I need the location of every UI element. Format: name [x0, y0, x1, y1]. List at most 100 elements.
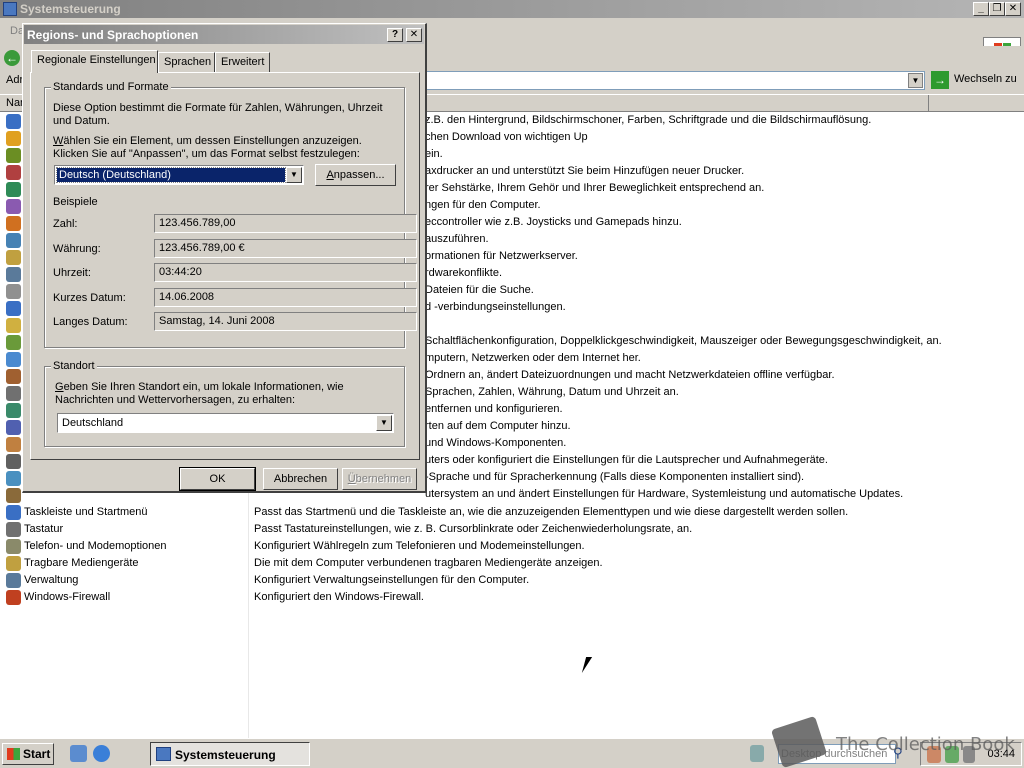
control-panel-item-icon[interactable]	[6, 131, 21, 146]
regional-options-dialog: Regions- und Sprachoptionen ? ✕ Regional…	[22, 23, 427, 493]
column-separator[interactable]	[928, 95, 929, 111]
example-label: Uhrzeit:	[53, 267, 91, 279]
network-icon[interactable]	[750, 745, 764, 762]
dialog-titlebar[interactable]: Regions- und Sprachoptionen ? ✕	[24, 25, 424, 44]
list-item[interactable]: Tragbare Mediengeräte Die mit dem Compute…	[0, 555, 1024, 572]
control-panel-item-icon[interactable]	[6, 352, 21, 367]
chevron-down-icon[interactable]: ▼	[376, 415, 392, 431]
list-item[interactable]: Verwaltung Konfiguriert Verwaltungseinste…	[0, 572, 1024, 589]
list-item-description: Die mit dem Computer verbundenen tragbar…	[254, 557, 603, 569]
list-item-description: Konfiguriert den Windows-Firewall.	[254, 591, 424, 603]
list-item[interactable]: Tastatur Passt Tastatureinstellungen, wie…	[0, 521, 1024, 538]
location-group-title: Standort	[51, 360, 97, 372]
list-item-description: Passt das Startmenü und die Taskleiste a…	[254, 506, 849, 518]
apply-button[interactable]: Übernehmen	[342, 468, 417, 490]
chevron-down-icon[interactable]: ▼	[286, 167, 302, 183]
control-panel-icon	[3, 2, 17, 16]
location-description-text: eben Sie Ihren Standort ein, um lokale I…	[55, 381, 344, 406]
list-item[interactable]: Windows-Firewall Konfiguriert den Windows…	[0, 589, 1024, 606]
dialog-title: Regions- und Sprachoptionen	[27, 28, 199, 42]
example-label: Kurzes Datum:	[53, 291, 126, 304]
control-panel-item-icon[interactable]	[6, 437, 21, 452]
cancel-button[interactable]: Abbrechen	[263, 468, 338, 490]
control-panel-item-icon[interactable]	[6, 199, 21, 214]
control-panel-item-icon[interactable]	[6, 386, 21, 401]
help-button[interactable]: ?	[387, 28, 403, 42]
address-label: Adr	[6, 74, 24, 86]
control-panel-item-icon[interactable]	[6, 284, 21, 299]
location-groupbox: Standort Geben Sie Ihren Standort ein, u…	[44, 360, 405, 447]
control-panel-item-icon[interactable]	[6, 148, 21, 163]
dialog-close-button[interactable]: ✕	[406, 28, 422, 42]
list-item-description: ormationen für Netzwerkserver.	[425, 250, 578, 262]
list-item-description: Dateien für die Suche.	[425, 284, 534, 296]
window-title: Systemsteuerung	[20, 2, 121, 16]
control-panel-item-icon[interactable]	[6, 318, 21, 333]
list-item-description: ngen für den Computer.	[425, 199, 541, 211]
list-item-description: entfernen und konfigurieren.	[425, 403, 563, 415]
list-item-description: rdwarekonflikte.	[425, 267, 503, 279]
list-item-description: chen Download von wichtigen Up	[425, 131, 588, 143]
tab-advanced[interactable]: Erweitert	[215, 52, 270, 72]
go-label: Wechseln zu	[954, 73, 1017, 85]
list-item-description: Passt Tastatureinstellungen, wie z. B. C…	[254, 523, 693, 535]
control-panel-item-icon[interactable]	[6, 420, 21, 435]
tab-languages[interactable]: Sprachen	[158, 52, 215, 72]
control-panel-item-icon[interactable]	[6, 114, 21, 129]
window-titlebar[interactable]: Systemsteuerung _ ❐ ✕	[0, 0, 1024, 18]
go-button[interactable]: → Wechseln zu	[930, 70, 1020, 91]
control-panel-item-icon[interactable]	[6, 335, 21, 350]
control-panel-item-icon	[6, 505, 21, 520]
control-panel-item-icon	[6, 590, 21, 605]
start-label: Start	[23, 747, 51, 761]
format-select[interactable]: Deutsch (Deutschland) ▼	[54, 165, 304, 185]
back-arrow-icon[interactable]: ←	[4, 50, 20, 66]
control-panel-item-icon[interactable]	[6, 301, 21, 316]
list-item-description: ein.	[425, 148, 443, 160]
example-value-field: 03:44:20	[154, 263, 417, 282]
control-panel-item-icon[interactable]	[6, 403, 21, 418]
list-item-name: Tragbare Mediengeräte	[24, 557, 139, 569]
example-label: Währung:	[53, 242, 101, 255]
customize-button[interactable]: Anpassen...	[315, 164, 396, 186]
control-panel-item-icon[interactable]	[6, 369, 21, 384]
example-label: Zahl:	[53, 218, 78, 230]
list-item-description: eccontroller wie z.B. Joysticks und Game…	[425, 216, 682, 228]
location-select[interactable]: Deutschland ▼	[57, 413, 394, 433]
internet-explorer-icon[interactable]	[93, 745, 110, 762]
control-panel-item-icon[interactable]	[6, 267, 21, 282]
control-panel-item-icon[interactable]	[6, 471, 21, 486]
control-panel-item-icon	[6, 573, 21, 588]
control-panel-item-icon[interactable]	[6, 165, 21, 180]
watermark: The Collection Book	[836, 734, 1015, 755]
format-selected-value: Deutsch (Deutschland)	[56, 167, 286, 183]
location-selected-value: Deutschland	[62, 417, 124, 429]
control-panel-item-icon[interactable]	[6, 233, 21, 248]
show-desktop-icon[interactable]	[70, 745, 87, 762]
ok-button[interactable]: OK	[179, 467, 256, 491]
chevron-down-icon[interactable]: ▼	[908, 73, 923, 88]
standards-group-title: Standards und Formate	[51, 81, 171, 93]
taskbar-item-systemsteuerung[interactable]: Systemsteuerung	[150, 742, 310, 766]
example-value-field: 123.456.789,00	[154, 214, 417, 233]
start-button[interactable]: Start	[2, 743, 54, 765]
list-item-name: Windows-Firewall	[24, 591, 111, 603]
list-item[interactable]: Taskleiste und Startmenü Passt das Startm…	[0, 504, 1024, 521]
list-item-description: und Windows-Komponenten.	[425, 437, 567, 449]
list-item-description: axdrucker an und unterstützt Sie beim Hi…	[425, 165, 745, 177]
address-input[interactable]: ▼	[420, 71, 925, 90]
restore-button[interactable]: ❐	[989, 2, 1005, 16]
list-item-description: uters oder konfiguriert die Einstellunge…	[425, 454, 828, 466]
list-item[interactable]: Telefon- und Modemoptionen Konfiguriert W…	[0, 538, 1024, 555]
control-panel-item-icon[interactable]	[6, 250, 21, 265]
control-panel-item-icon[interactable]	[6, 454, 21, 469]
list-item-description: Schaltflächenkonfiguration, Doppelklickg…	[425, 335, 942, 347]
control-panel-item-icon[interactable]	[6, 216, 21, 231]
list-item-description: Konfiguriert Verwaltungseinstellungen fü…	[254, 574, 530, 586]
list-item-description: rten auf dem Computer hinzu.	[425, 420, 571, 432]
minimize-button[interactable]: _	[973, 2, 989, 16]
control-panel-item-icon[interactable]	[6, 488, 21, 503]
control-panel-item-icon[interactable]	[6, 182, 21, 197]
close-button[interactable]: ✕	[1005, 2, 1021, 16]
tab-regional-settings[interactable]: Regionale Einstellungen	[31, 50, 158, 73]
